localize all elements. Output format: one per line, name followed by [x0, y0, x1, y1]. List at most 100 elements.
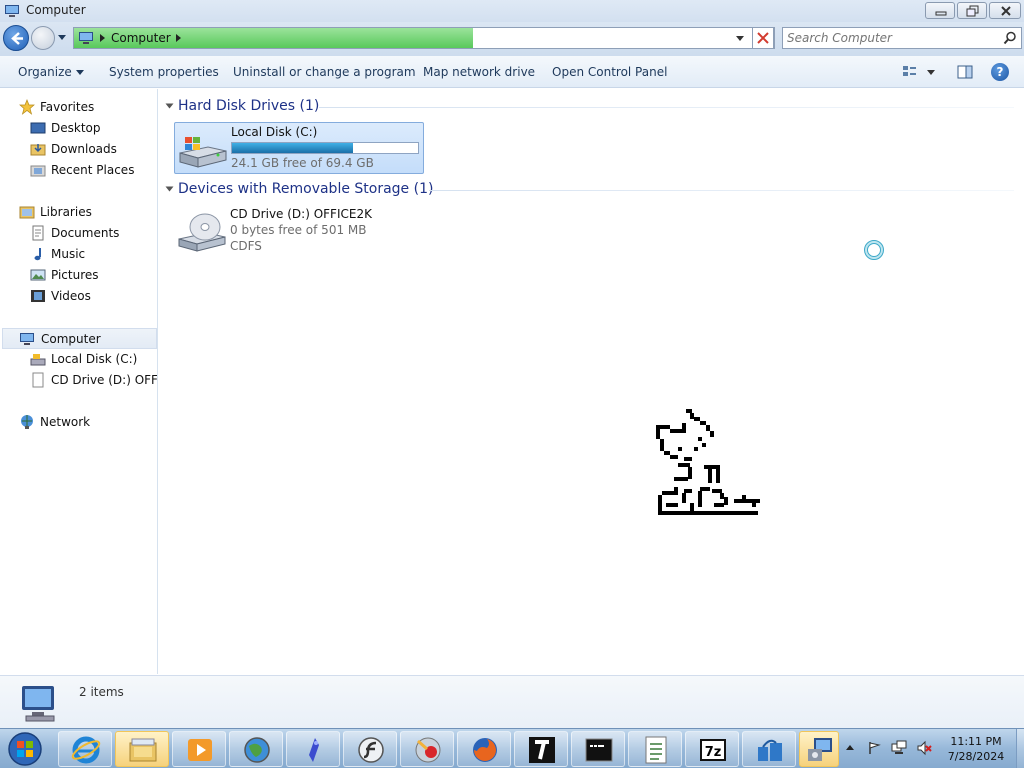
nav-computer-label: Computer [41, 332, 101, 346]
nav-music-label: Music [51, 247, 86, 261]
cmd-icon [585, 738, 613, 762]
recent-pages-dropdown-icon[interactable] [57, 32, 67, 42]
start-button[interactable] [4, 731, 46, 767]
nav-favorites-label: Favorites [40, 100, 95, 114]
nav-downloads[interactable]: Downloads [30, 139, 155, 159]
globe-icon [244, 737, 270, 763]
system-properties-button[interactable]: System properties [109, 65, 219, 79]
drive-tile-local-disk[interactable]: Local Disk (C:) 24.1 GB free of 69.4 GB [174, 122, 424, 174]
taskbar-windows-explorer[interactable] [115, 731, 169, 767]
taskbar-notepad[interactable] [628, 731, 682, 767]
taskbar-remote-desktop[interactable] [799, 731, 839, 767]
nav-local-disk-label: Local Disk (C:) [51, 352, 138, 366]
breadcrumb-arrow-icon[interactable] [173, 32, 183, 44]
map-network-drive-button[interactable]: Map network drive [423, 65, 535, 79]
taskbar-network-app[interactable] [742, 731, 796, 767]
details-pane: 2 items [0, 675, 1024, 728]
network-tray-icon[interactable] [891, 740, 907, 756]
preview-pane-icon[interactable] [956, 63, 974, 81]
action-center-flag-icon[interactable] [866, 740, 882, 756]
back-button[interactable] [3, 25, 29, 51]
address-bar[interactable]: Computer [73, 27, 775, 49]
nav-videos-label: Videos [51, 289, 91, 303]
close-button[interactable] [989, 2, 1021, 19]
clock-time: 11:11 PM [950, 735, 1002, 748]
change-view-icon[interactable] [901, 63, 939, 81]
system-clock[interactable]: 11:11 PM 7/28/2024 [940, 734, 1012, 764]
taskbar-media-player[interactable] [172, 731, 226, 767]
videos-icon [31, 290, 45, 302]
taskbar-firefox[interactable] [457, 731, 511, 767]
computer-icon [5, 5, 19, 17]
nav-documents[interactable]: Documents [30, 223, 155, 243]
taskbar-t-app[interactable] [514, 731, 568, 767]
title-bar: Computer [0, 0, 1024, 22]
flash-icon [358, 737, 384, 763]
nav-videos[interactable]: Videos [30, 286, 155, 306]
taskbar-media-app[interactable] [400, 731, 454, 767]
nav-local-disk[interactable]: Local Disk (C:) [30, 349, 155, 369]
navigation-bar: Computer [0, 22, 1024, 56]
organize-button[interactable]: Organize [18, 65, 84, 79]
help-icon[interactable]: ? [991, 63, 1009, 81]
drive-c-capacity-bar [231, 142, 419, 154]
open-control-panel-button[interactable]: Open Control Panel [552, 65, 667, 79]
show-desktop-button[interactable] [1016, 729, 1024, 768]
group-header-removable-storage[interactable]: Devices with Removable Storage (1) [165, 181, 433, 197]
nav-libraries-label: Libraries [40, 205, 92, 219]
group-header-hard-disk-drives[interactable]: Hard Disk Drives (1) [165, 98, 320, 114]
nav-documents-label: Documents [51, 226, 120, 240]
show-hidden-icons-icon[interactable] [845, 743, 855, 753]
svg-text:7z: 7z [705, 745, 722, 760]
command-bar: Organize System properties Uninstall or … [0, 56, 1024, 88]
group-header-label: Hard Disk Drives (1) [178, 98, 320, 114]
network-icon [21, 415, 33, 429]
search-icon[interactable] [1003, 31, 1017, 45]
nav-pictures[interactable]: Pictures [30, 265, 155, 285]
cd-drive-icon [178, 213, 226, 252]
collapse-triangle-icon [165, 186, 174, 192]
window-title: Computer [26, 3, 86, 17]
documents-icon [32, 225, 44, 241]
forward-button[interactable] [31, 26, 55, 50]
nav-favorites[interactable]: Favorites [19, 97, 149, 117]
drive-tile-cd-drive[interactable]: CD Drive (D:) OFFICE2K 0 bytes free of 5… [174, 205, 424, 257]
nav-recent-places-label: Recent Places [51, 163, 135, 177]
taskbar-7zip[interactable]: 7z [685, 731, 739, 767]
nav-computer[interactable]: Computer [2, 328, 157, 349]
nav-music[interactable]: Music [30, 244, 155, 264]
uninstall-program-button[interactable]: Uninstall or change a program [233, 65, 416, 79]
taskbar-flash-player[interactable] [343, 731, 397, 767]
taskbar-globe-app[interactable] [229, 731, 283, 767]
close-icon [1001, 6, 1011, 16]
nav-cd-drive[interactable]: CD Drive (D:) OFFICE2K [30, 370, 157, 390]
nav-pictures-label: Pictures [51, 268, 99, 282]
computer-icon [20, 333, 34, 345]
music-icon [34, 248, 41, 261]
media-player-icon [188, 739, 212, 761]
taskbar-pen-app[interactable] [286, 731, 340, 767]
drive-d-name: CD Drive (D:) OFFICE2K [230, 207, 372, 221]
navigation-pane: Favorites Desktop Downloads Recent Place… [0, 89, 158, 674]
breadcrumb-arrow-icon[interactable] [97, 32, 107, 44]
nav-recent-places[interactable]: Recent Places [30, 160, 155, 180]
search-box[interactable] [782, 27, 1022, 49]
nav-network[interactable]: Network [19, 412, 149, 432]
stop-button[interactable] [752, 27, 774, 49]
computer-icon [22, 686, 55, 722]
breadcrumb-computer[interactable]: Computer [111, 31, 171, 45]
address-dropdown-icon[interactable] [734, 32, 746, 44]
volume-muted-icon[interactable] [916, 740, 932, 756]
t-app-icon [529, 737, 555, 763]
restore-button[interactable] [957, 2, 987, 19]
nav-desktop[interactable]: Desktop [30, 118, 155, 138]
search-input[interactable] [787, 30, 997, 46]
notepad-icon [645, 736, 667, 764]
taskbar-internet-explorer[interactable] [58, 731, 112, 767]
nav-libraries[interactable]: Libraries [19, 202, 149, 222]
minimize-button[interactable] [925, 2, 955, 19]
pictures-icon [30, 269, 46, 281]
desktop-icon [30, 122, 46, 134]
taskbar-command-prompt[interactable] [571, 731, 625, 767]
firefox-icon [473, 738, 497, 762]
